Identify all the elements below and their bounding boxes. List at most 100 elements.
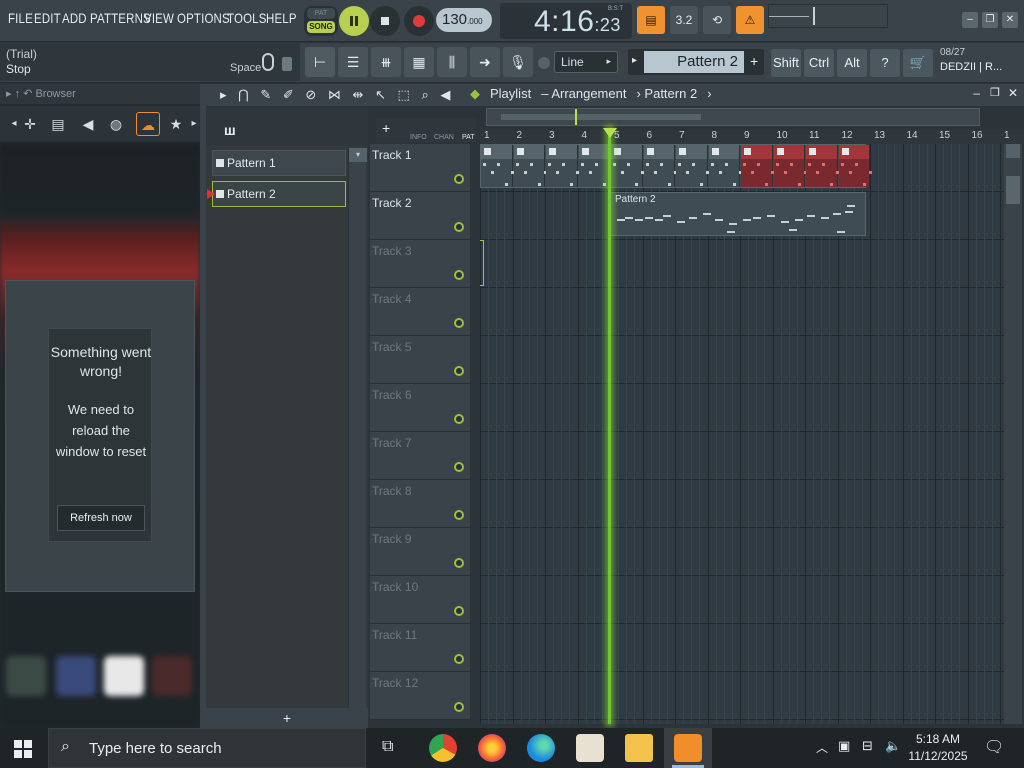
piano-roll-button[interactable]: ⧻ [371, 47, 401, 77]
track-mute-led[interactable] [454, 270, 464, 280]
playlist-tool-icons[interactable]: ▸ ⋂ ✎ ✐ ⊘ ⋈ ⇹ ↖ ⬚ ⌕ ◀ [220, 87, 454, 103]
piano-icon[interactable]: ш [224, 122, 236, 138]
menu-help[interactable]: HELP [266, 10, 297, 26]
track-header[interactable]: Track 9 [370, 528, 470, 576]
snap-selector[interactable]: Line ▸ [554, 51, 618, 73]
track-mute-led[interactable] [454, 366, 464, 376]
stop-button[interactable] [370, 6, 400, 36]
alt-key-button[interactable]: Alt [837, 49, 867, 77]
pattern-list-item[interactable]: Pattern 1 [212, 150, 346, 176]
track-header[interactable]: Track 8 [370, 480, 470, 528]
master-volume-meter[interactable] [768, 4, 888, 28]
arrow-button[interactable]: ➜ [470, 47, 500, 77]
file-explorer-icon[interactable] [625, 734, 653, 762]
file-icon[interactable]: ▤ [46, 112, 70, 136]
chrome-icon[interactable] [429, 734, 457, 762]
playlist-button[interactable]: ☰ [338, 47, 368, 77]
tempo-display[interactable]: 130.000 [436, 8, 492, 32]
menu-edit[interactable]: EDIT [34, 10, 61, 26]
minimize-icon[interactable]: – [973, 86, 980, 100]
track-mute-led[interactable] [454, 318, 464, 328]
track-header[interactable]: Track 2 [370, 192, 470, 240]
shift-key-button[interactable]: Shift [771, 49, 801, 77]
refresh-now-button[interactable]: Refresh now [57, 505, 145, 531]
menu-patterns[interactable]: PATTERNS [90, 10, 151, 26]
track-mute-led[interactable] [454, 222, 464, 232]
track-header[interactable]: Track 4 [370, 288, 470, 336]
track-mute-led[interactable] [454, 606, 464, 616]
network-icon[interactable]: ⊟ [862, 738, 873, 754]
track-mute-led[interactable] [454, 654, 464, 664]
track-mute-led[interactable] [454, 462, 464, 472]
track-mute-led[interactable] [454, 558, 464, 568]
track-mute-led[interactable] [454, 510, 464, 520]
add-pattern-button[interactable]: + [206, 708, 368, 728]
metronome-count-button[interactable]: 3.2 [670, 6, 698, 34]
track-header[interactable]: Track 6 [370, 384, 470, 432]
close-icon[interactable]: ✕ [1008, 86, 1018, 100]
track-mute-led[interactable] [454, 702, 464, 712]
song-position-display[interactable]: 4:16:23 B:S:T [500, 3, 632, 39]
firefox-icon[interactable] [478, 734, 506, 762]
plugin-icon[interactable]: ✛ [18, 112, 42, 136]
browser-menu-icon[interactable]: ▸ [6, 88, 12, 100]
help-button[interactable]: ? [870, 49, 900, 77]
tray-app-icon[interactable]: ▣ [838, 738, 850, 754]
timeline-ruler[interactable]: 1 2 3 4 5 6 7 8 9 10 11 12 13 14 15 16 1 [480, 130, 1024, 144]
mixer-button[interactable]: ⫼ [437, 47, 467, 77]
menu-file[interactable]: FILE [8, 10, 33, 26]
pattern-list-item-selected[interactable]: Pattern 2 [207, 181, 346, 207]
playhead-marker[interactable] [603, 128, 617, 138]
metronome-button[interactable]: ⚠ [736, 6, 764, 34]
scroll-up-icon[interactable]: ▾ [349, 148, 367, 162]
close-icon[interactable]: ✕ [1002, 12, 1018, 28]
pattern-2-clip[interactable]: Pattern 2 [610, 192, 866, 236]
windows-start-icon[interactable] [14, 740, 32, 758]
track-header[interactable]: Track 3 [370, 240, 470, 288]
taskbar-clock[interactable]: 5:18 AM 11/12/2025 [908, 731, 968, 765]
overview-scrollbar[interactable] [486, 108, 980, 126]
track-header[interactable]: Track 5 [370, 336, 470, 384]
taskbar-search[interactable]: ⌕ Type here to search [48, 728, 366, 768]
store-icon[interactable] [576, 734, 604, 762]
restore-icon[interactable]: ❐ [982, 12, 998, 28]
browser-back-icon[interactable]: ↶ [23, 88, 32, 100]
snap-tools-button[interactable]: ⊢ [305, 47, 335, 77]
menu-view[interactable]: VIEW [144, 10, 174, 26]
globe-icon[interactable]: ◍ [104, 112, 128, 136]
scroll-thumb[interactable] [1006, 176, 1020, 204]
notification-icon[interactable]: 🗨 [984, 737, 1004, 757]
fl-studio-taskbar-button[interactable] [664, 728, 712, 768]
cloud-icon[interactable]: ☁ [136, 112, 160, 136]
menu-tools[interactable]: TOOLS [227, 10, 267, 26]
typing-keyboard-button[interactable]: ▤ [637, 6, 665, 34]
pat-song-toggle[interactable]: PAT SONG [304, 6, 338, 36]
add-track-icon[interactable]: + [382, 120, 390, 136]
track-header[interactable]: Track 1 [370, 144, 470, 192]
track-header[interactable]: Track 7 [370, 432, 470, 480]
menu-options[interactable]: OPTIONS [177, 10, 230, 26]
record-button[interactable] [404, 6, 434, 36]
record-audio-button[interactable]: 🎙 [503, 47, 533, 77]
shop-button[interactable]: 🛒 [903, 49, 933, 77]
task-view-icon[interactable]: ⧉ [382, 738, 393, 756]
scroll-right-icon[interactable]: ▸ [182, 112, 200, 136]
speaker-icon[interactable]: ◀ [76, 112, 100, 136]
vertical-scrollbar[interactable] [1004, 144, 1022, 724]
track-header[interactable]: Track 12 [370, 672, 470, 720]
track-mute-led[interactable] [454, 174, 464, 184]
pattern-list-scrollbar[interactable]: ▾ [348, 148, 367, 708]
arrangement-grid[interactable]: Pattern 2 [480, 144, 1004, 724]
scroll-up-icon[interactable] [1006, 144, 1020, 158]
track-header[interactable]: Track 11 [370, 624, 470, 672]
menu-add[interactable]: ADD [62, 10, 87, 26]
volume-icon[interactable]: 🔈 [885, 738, 901, 754]
track-mute-led[interactable] [454, 414, 464, 424]
restore-icon[interactable]: ❐ [990, 86, 1000, 99]
track-header[interactable]: Track 10 [370, 576, 470, 624]
pattern-selector[interactable]: ▸ Pattern 2 + [628, 49, 764, 75]
browser-up-icon[interactable]: ↑ [15, 88, 21, 100]
channel-rack-button[interactable]: ▦ [404, 47, 434, 77]
pattern-1-clip[interactable] [480, 144, 872, 188]
user-info[interactable]: 08/27 DEDZII | R... [940, 46, 1002, 75]
